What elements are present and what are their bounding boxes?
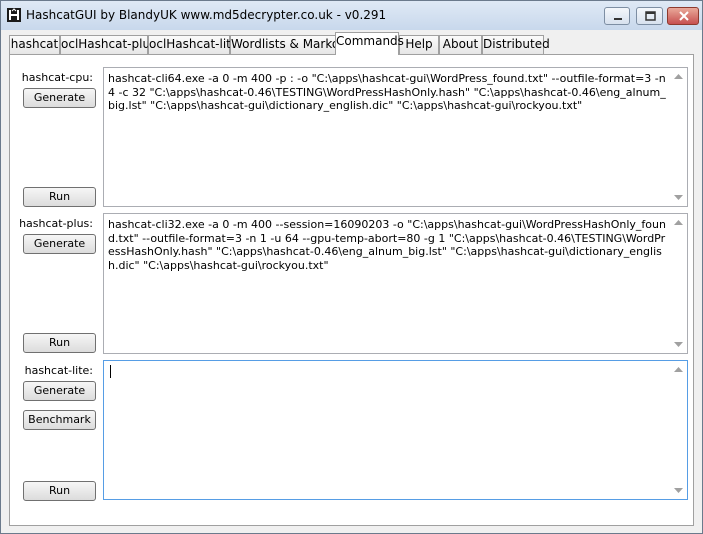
lite-command-textarea[interactable] <box>103 360 688 500</box>
cpu-run-button[interactable]: Run <box>23 187 96 207</box>
tab-oclhashcat-plus[interactable]: oclHashcat-plus <box>60 35 156 54</box>
cpu-generate-button[interactable]: Generate <box>23 88 96 108</box>
lite-generate-button[interactable]: Generate <box>23 381 96 401</box>
hashcat-plus-label: hashcat-plus: <box>19 217 93 230</box>
tab-commands[interactable]: Commands <box>335 32 404 55</box>
hashcat-app-icon <box>7 8 21 22</box>
cpu-command-textarea[interactable]: hashcat-cli64.exe -a 0 -m 400 -p : -o "C… <box>103 67 688 207</box>
lite-vertical-scrollbar[interactable] <box>670 361 687 499</box>
scroll-up-icon[interactable] <box>674 366 683 372</box>
tab-wordlists-markov[interactable]: Wordlists & Markov <box>230 35 346 54</box>
lite-benchmark-button[interactable]: Benchmark <box>23 410 96 430</box>
maximize-icon <box>645 11 656 21</box>
scroll-up-icon[interactable] <box>674 219 683 225</box>
close-icon <box>679 11 689 21</box>
title-bar[interactable]: HashcatGUI by BlandyUK www.md5decrypter.… <box>1 1 702 30</box>
plus-run-button[interactable]: Run <box>23 333 96 353</box>
plus-command-textarea[interactable]: hashcat-cli32.exe -a 0 -m 400 --session=… <box>103 213 688 354</box>
cpu-command-text: hashcat-cli64.exe -a 0 -m 400 -p : -o "C… <box>108 72 670 112</box>
window-title: HashcatGUI by BlandyUK www.md5decrypter.… <box>26 8 387 22</box>
minimize-icon <box>614 18 622 20</box>
tab-oclhashcat-lite[interactable]: oclHashcat-lite <box>148 35 238 54</box>
cpu-vertical-scrollbar[interactable] <box>670 68 687 206</box>
plus-vertical-scrollbar[interactable] <box>670 214 687 353</box>
lite-run-button[interactable]: Run <box>23 481 96 501</box>
scroll-down-icon[interactable] <box>674 488 683 494</box>
maximize-button[interactable] <box>636 7 663 25</box>
hashcat-lite-label: hashcat-lite: <box>24 364 93 377</box>
minimize-button[interactable] <box>604 7 630 25</box>
close-button[interactable] <box>667 7 699 25</box>
app-window: HashcatGUI by BlandyUK www.md5decrypter.… <box>0 0 703 534</box>
tab-hashcat[interactable]: hashcat <box>9 35 60 54</box>
scroll-down-icon[interactable] <box>674 195 683 201</box>
hashcat-cpu-label: hashcat-cpu: <box>21 71 93 84</box>
commands-panel: hashcat-cpu: Generate Run hashcat-cli64.… <box>9 54 694 526</box>
plus-command-text: hashcat-cli32.exe -a 0 -m 400 --session=… <box>108 218 666 272</box>
tab-about[interactable]: About <box>439 35 482 54</box>
text-cursor <box>110 365 111 378</box>
plus-generate-button[interactable]: Generate <box>23 234 96 254</box>
scroll-up-icon[interactable] <box>674 73 683 79</box>
scroll-down-icon[interactable] <box>674 342 683 348</box>
tab-help[interactable]: Help <box>399 35 439 54</box>
tab-distributed[interactable]: Distributed <box>482 35 550 54</box>
